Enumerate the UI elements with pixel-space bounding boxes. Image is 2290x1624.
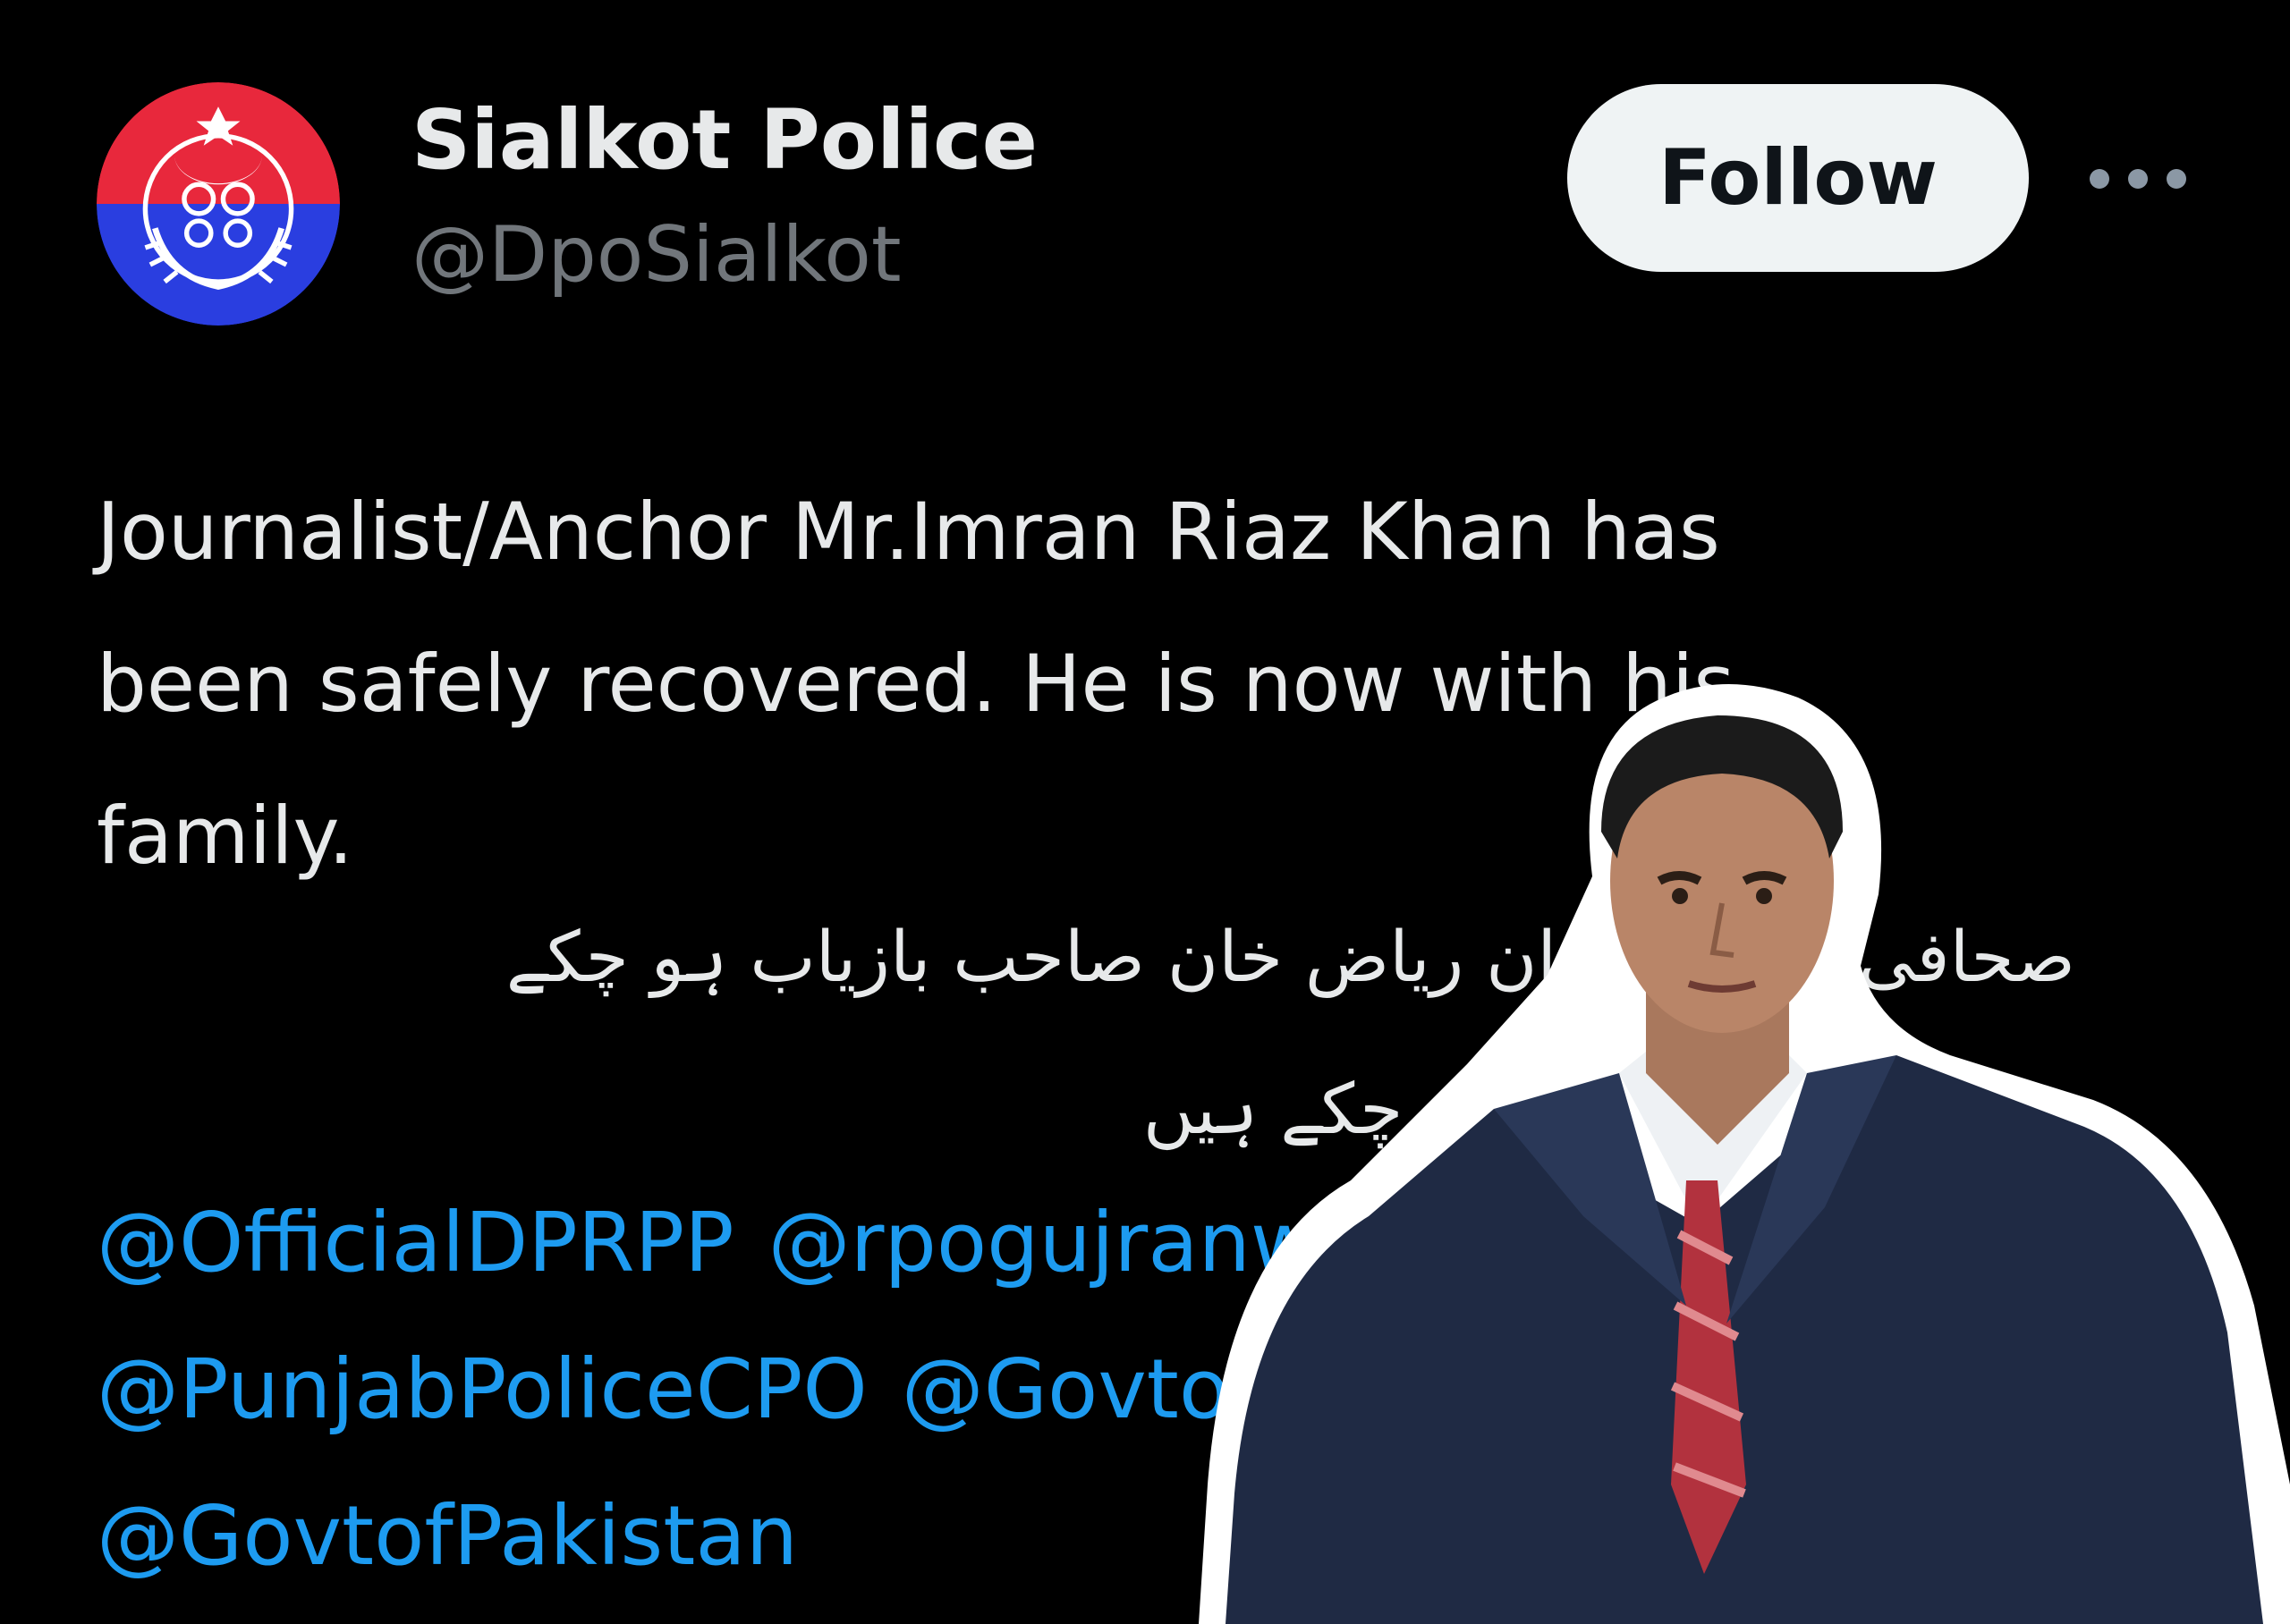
mention-link[interactable]: @PunjabPoliceCPO (97, 1341, 868, 1437)
more-options-icon[interactable] (2090, 161, 2186, 197)
mention-line: @GovtofPakistan (97, 1488, 832, 1584)
tweet-line: Journalist/Anchor Mr.Imran Riaz Khan has (97, 486, 1720, 578)
display-name[interactable]: Sialkot Police (411, 95, 1038, 185)
mention-link[interactable]: @OfficialDPRPP (97, 1195, 734, 1290)
avatar[interactable] (97, 82, 340, 326)
mention-link[interactable]: @GovtofPakistan (97, 1488, 798, 1584)
person-photo-overlay (1199, 680, 2290, 1624)
user-handle[interactable]: @DpoSialkot (411, 213, 902, 298)
follow-button[interactable]: Follow (1567, 84, 2029, 272)
police-emblem-icon (97, 82, 340, 326)
